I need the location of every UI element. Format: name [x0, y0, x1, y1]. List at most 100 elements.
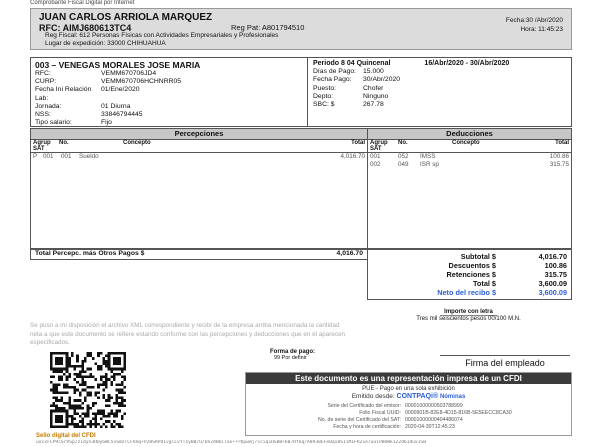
qr-module	[60, 370, 64, 373]
percepcion-total: 4,016.70	[340, 153, 365, 160]
qr-module	[102, 362, 106, 366]
qr-module	[91, 386, 95, 389]
qr-module	[99, 417, 103, 421]
qr-module	[50, 404, 53, 408]
qr-module	[50, 367, 53, 371]
qr-module	[123, 354, 126, 358]
qr-module	[57, 378, 61, 381]
qr-module	[99, 383, 103, 387]
qr-module	[55, 407, 58, 410]
qr-module	[60, 414, 64, 418]
percepcion-type: P	[33, 153, 38, 160]
qr-module	[73, 425, 77, 428]
qr-module	[120, 375, 124, 379]
qr-module	[78, 370, 82, 373]
qr-module	[55, 370, 58, 373]
qr-module	[107, 378, 111, 381]
period-field-label: Puesto:	[313, 84, 337, 92]
conformity-statement: Se puso a mi disposición el archivo XML …	[30, 322, 346, 346]
qr-module	[118, 409, 121, 413]
qr-module	[105, 380, 108, 384]
qr-module	[107, 352, 111, 355]
qr-module	[73, 399, 77, 402]
qr-module	[94, 378, 98, 381]
summary-row: Subtotal $ 4,016.70	[381, 252, 571, 261]
qr-module	[76, 422, 79, 426]
qr-module	[78, 404, 82, 408]
qr-module	[65, 412, 69, 415]
qr-module	[97, 367, 100, 371]
period-label: Periodo 8 04 Quincenal	[313, 60, 391, 67]
qr-module	[81, 378, 85, 381]
qr-module	[91, 404, 95, 408]
amount-in-words-text: Tres mil seiscientos pesos 00/100 M.N.	[416, 316, 521, 322]
qr-module	[97, 412, 100, 415]
qr-module	[55, 420, 58, 423]
qr-module	[89, 420, 92, 423]
qr-module	[118, 362, 121, 366]
qr-module	[86, 393, 90, 397]
qr-module	[57, 425, 61, 428]
qr-module	[105, 383, 108, 387]
qr-module	[52, 396, 56, 400]
qr-module	[68, 357, 71, 360]
percepcion-sat: 001	[43, 153, 54, 160]
qr-module	[63, 352, 66, 355]
qr-module	[52, 386, 56, 389]
qr-module	[65, 386, 69, 389]
qr-module	[105, 378, 108, 381]
qr-module	[84, 357, 87, 360]
qr-module	[52, 404, 56, 408]
qr-module	[84, 414, 87, 418]
cfdi-representation-box: Este documento es una representación imp…	[245, 372, 572, 436]
qr-module	[115, 367, 119, 371]
qr-module	[115, 372, 119, 376]
qr-module	[63, 425, 66, 428]
certificate-row: Folio Fiscal UUID: 0000901B-82E8-4D15-816…	[246, 410, 571, 417]
qr-module	[120, 352, 124, 355]
qr-module	[99, 378, 103, 381]
qr-module	[94, 412, 98, 415]
qr-module	[55, 386, 58, 389]
employee-field-row: Jornada: 01 Diurna	[35, 103, 181, 111]
qr-module	[120, 417, 124, 421]
qr-module	[123, 359, 126, 363]
qr-module	[97, 409, 100, 413]
qr-module	[73, 404, 77, 408]
qr-module	[63, 391, 66, 394]
qr-module	[68, 414, 71, 418]
qr-module	[123, 367, 126, 371]
employee-signature-line: Firma del empleado	[440, 355, 570, 368]
certificate-row: Serie del Certificado del emisor: 0000100…	[246, 403, 571, 410]
qr-module	[94, 417, 98, 421]
qr-module	[89, 352, 92, 355]
total-percepciones-row: Total Percepc. más Otros Pagos $ 4,016.7…	[30, 248, 368, 260]
qr-module	[94, 362, 98, 366]
qr-module	[118, 404, 121, 408]
col-concepto: Concepto	[123, 140, 151, 146]
summary-value: 4,016.70	[538, 252, 567, 261]
qr-module	[70, 420, 74, 423]
percepciones-title: Percepciones	[31, 129, 367, 140]
period-field-value: Ninguno	[363, 92, 389, 100]
employee-field-label: Fecha Ini Relación Lab:	[35, 86, 92, 102]
deduccion-concept: ISR sp	[420, 161, 439, 168]
col-sat: SAT	[33, 146, 45, 152]
qr-module	[76, 372, 79, 376]
qr-module	[63, 409, 66, 413]
qr-module	[123, 378, 126, 381]
total-percepciones-value: 4,016.70	[336, 250, 363, 257]
qr-module	[70, 352, 74, 355]
qr-module	[57, 352, 61, 355]
qr-module	[55, 383, 58, 387]
qr-module	[52, 425, 56, 428]
qr-module	[73, 386, 77, 389]
qr-module	[57, 391, 61, 394]
qr-module	[65, 359, 69, 363]
issuer-reg-pat: Reg Pat: A801794510	[231, 23, 305, 32]
certificate-label: Folio Fiscal UUID:	[359, 410, 401, 416]
qr-module	[57, 370, 61, 373]
period-info: Periodo 8 04 Quincenal 16/Abr/2020 - 30/…	[313, 60, 509, 109]
col-no: No.	[398, 140, 408, 146]
issuer-header: JUAN CARLOS ARRIOLA MARQUEZ RFC: AIMJ680…	[30, 8, 572, 50]
